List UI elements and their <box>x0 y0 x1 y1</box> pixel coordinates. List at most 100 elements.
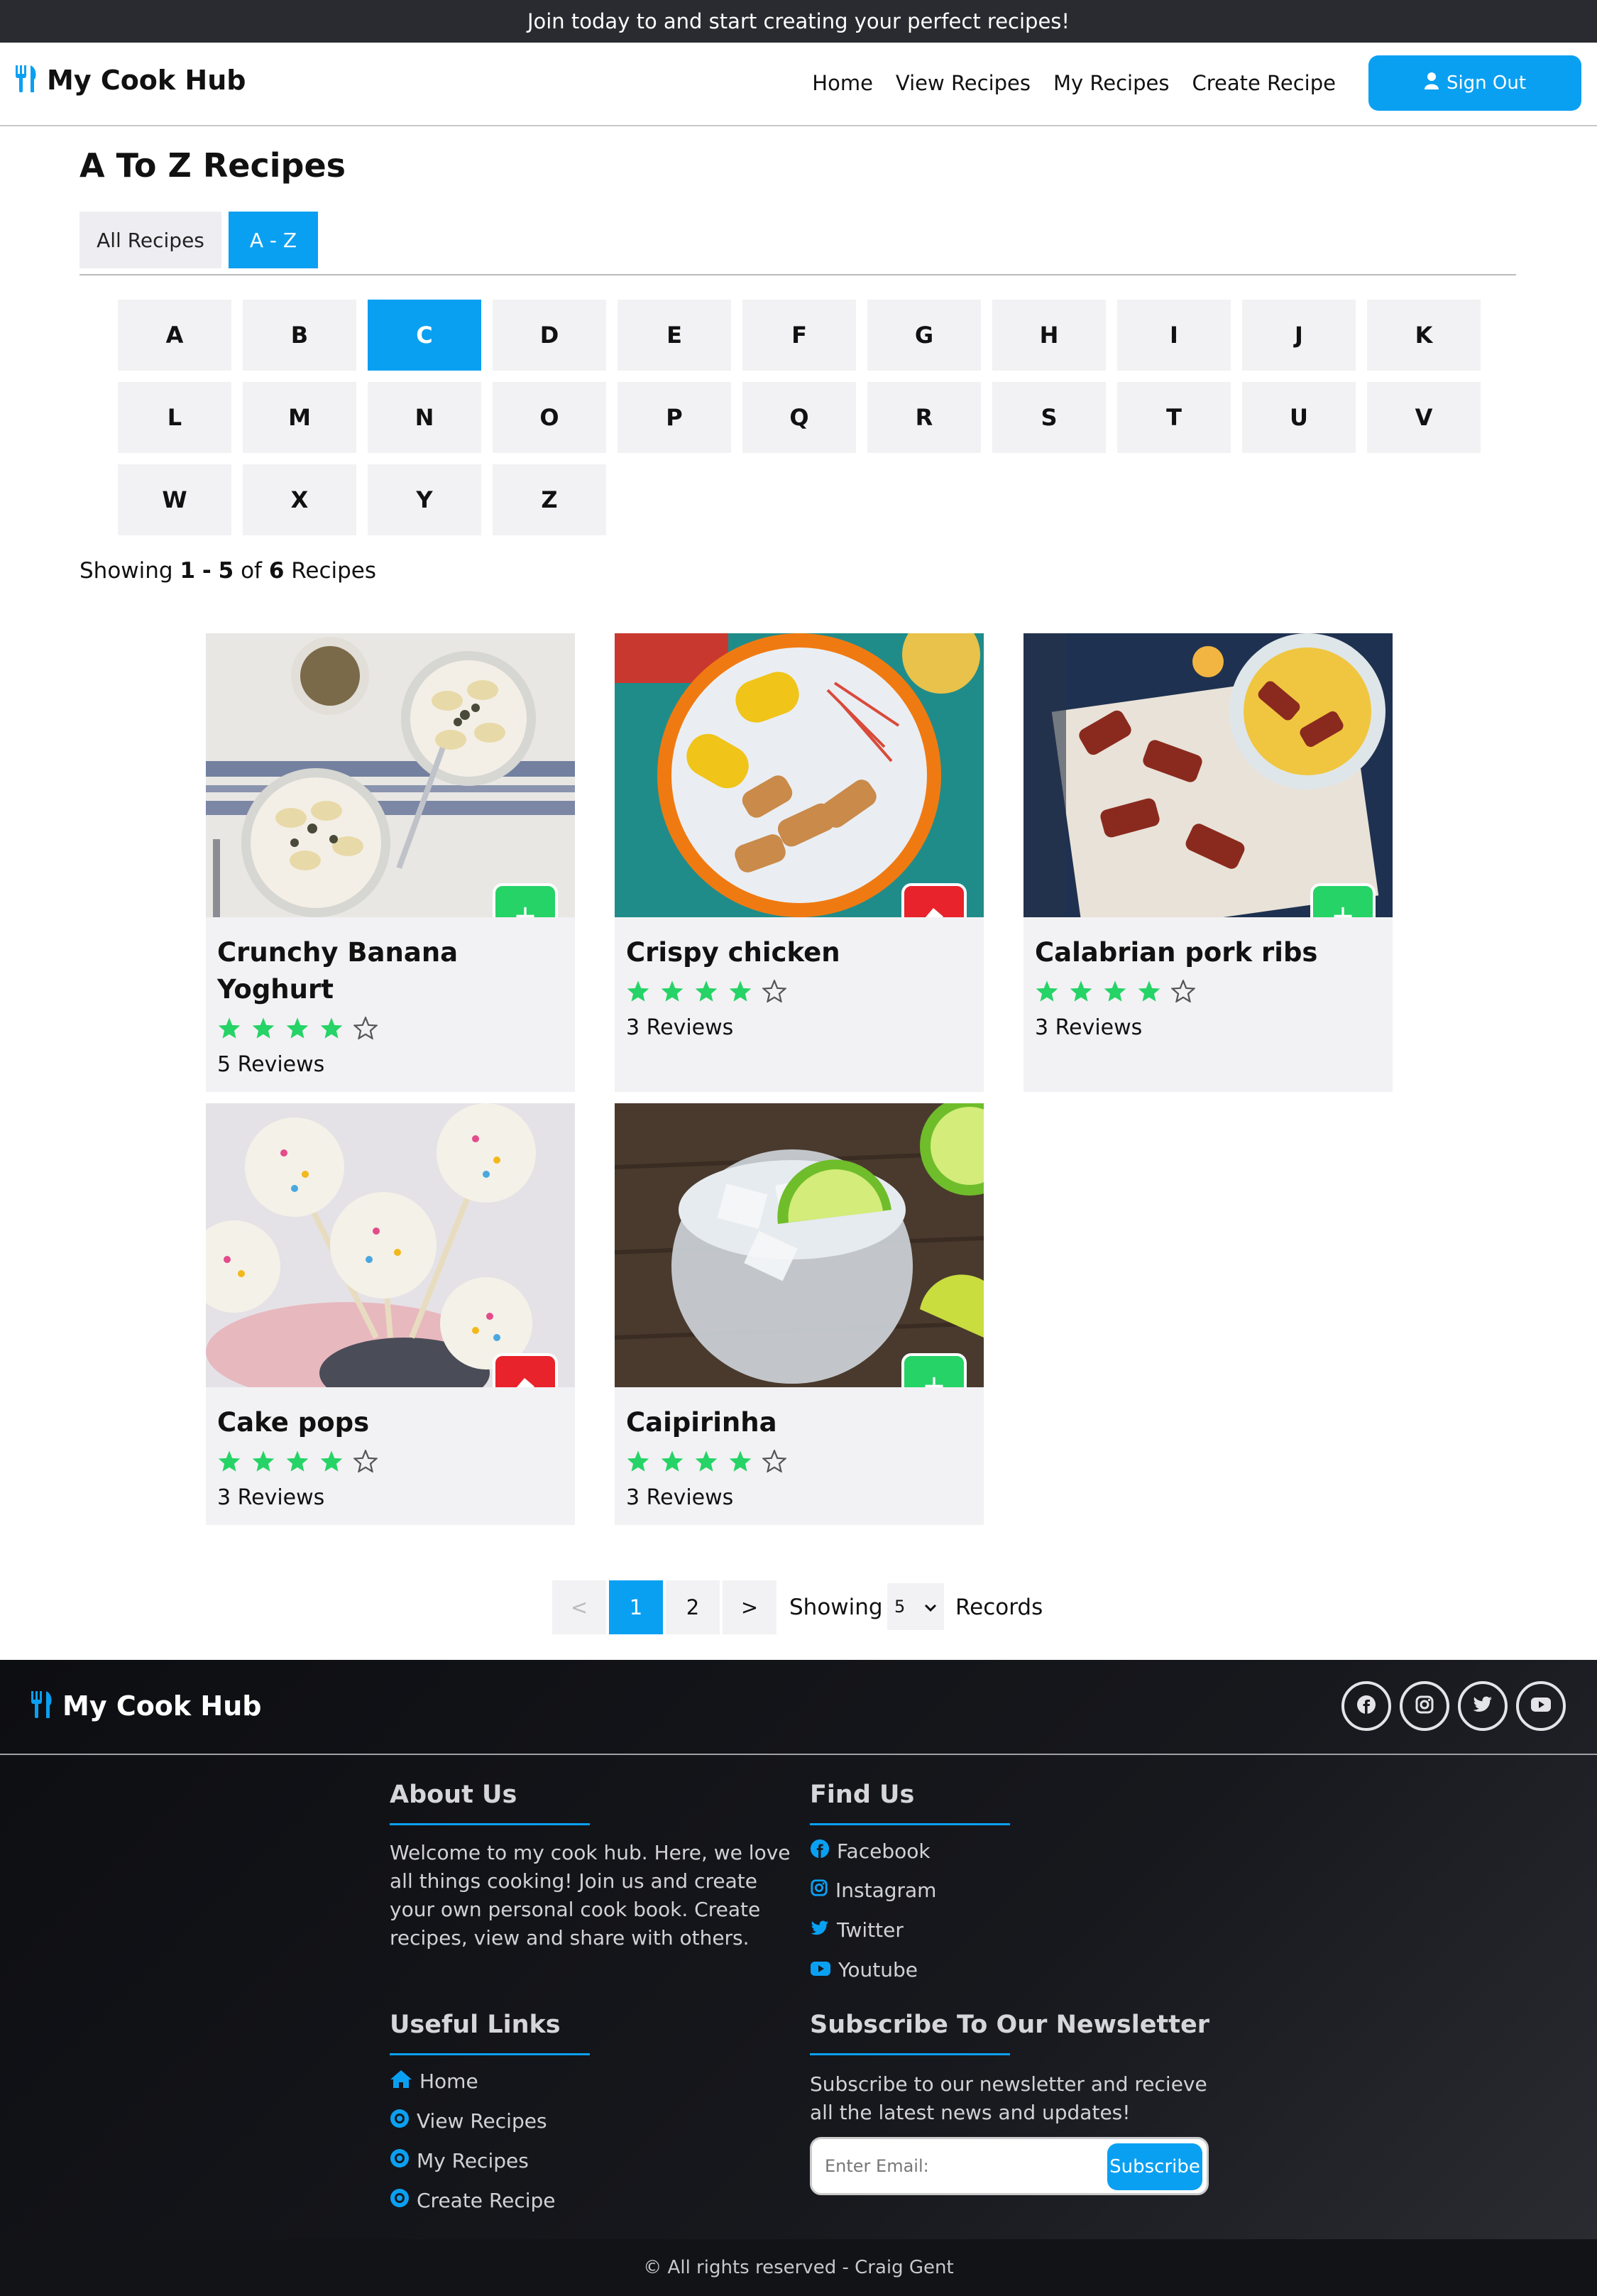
letter-filter-n[interactable]: N <box>368 382 481 453</box>
results-total: 6 <box>268 558 285 584</box>
add-to-cookbook-button[interactable]: + <box>493 883 558 917</box>
pagination-next-button[interactable]: > <box>723 1580 776 1634</box>
letter-filter-i[interactable]: I <box>1117 300 1231 371</box>
footer-instagram-link[interactable]: Instagram <box>810 1879 936 1902</box>
letter-filter-s[interactable]: S <box>992 382 1106 453</box>
letter-filter-r[interactable]: R <box>867 382 981 453</box>
letter-filter-f[interactable]: F <box>742 300 856 371</box>
newsletter-email-input[interactable] <box>825 2146 1109 2186</box>
footer-brand-name: My Cook Hub <box>62 1690 262 1722</box>
letter-filter-k[interactable]: K <box>1367 300 1481 371</box>
remove-from-cookbook-button[interactable] <box>493 1353 558 1387</box>
records-per-page-select[interactable]: 5 <box>887 1583 944 1630</box>
subscribe-button[interactable]: Subscribe <box>1107 2143 1202 2190</box>
results-prefix: Showing <box>79 558 173 584</box>
brand-logo[interactable]: My Cook Hub <box>14 64 246 97</box>
nav-create-recipe-link[interactable]: Create Recipe <box>1192 71 1336 95</box>
user-icon <box>1424 72 1439 95</box>
star-filled-icon <box>728 980 752 1005</box>
tab-all-recipes[interactable]: All Recipes <box>79 212 221 268</box>
eraser-icon <box>922 900 946 917</box>
recipe-title: Cake pops <box>217 1404 369 1441</box>
footer-twitter-link[interactable]: Twitter <box>810 1918 904 1942</box>
footer-facebook-link[interactable]: Facebook <box>810 1839 931 1864</box>
remove-from-cookbook-button[interactable] <box>901 883 967 917</box>
plus-icon: + <box>1331 900 1355 917</box>
star-filled-icon <box>728 1450 752 1475</box>
nav-home-link[interactable]: Home <box>812 71 873 95</box>
navbar: My Cook Hub Home View Recipes My Recipes… <box>0 43 1597 126</box>
about-us-heading: About Us <box>390 1781 517 1809</box>
footer-create-recipe-link[interactable]: Create Recipe <box>390 2188 556 2213</box>
recipe-card[interactable]: Cake pops 3 Reviews <box>206 1103 575 1525</box>
letter-filter-b[interactable]: B <box>243 300 356 371</box>
letter-filter-c[interactable]: C <box>368 300 481 371</box>
letter-filter-w[interactable]: W <box>118 464 231 535</box>
letter-filter-d[interactable]: D <box>493 300 606 371</box>
star-empty-icon <box>1170 978 1197 1005</box>
letter-filter-x[interactable]: X <box>243 464 356 535</box>
recipe-card[interactable]: + Crunchy Banana Yoghurt 5 Reviews <box>206 633 575 1092</box>
footer-home-label: Home <box>419 2070 478 2093</box>
social-links <box>1341 1681 1566 1731</box>
letter-filter-q[interactable]: Q <box>742 382 856 453</box>
letter-filter-p[interactable]: P <box>618 382 731 453</box>
footer-my-recipes-link[interactable]: My Recipes <box>390 2148 529 2173</box>
pagination-prev-button[interactable]: < <box>552 1580 606 1634</box>
footer-view-recipes-link[interactable]: View Recipes <box>390 2109 547 2133</box>
recipe-image <box>615 633 984 917</box>
recipe-title-line1: Calabrian pork ribs <box>1035 937 1318 968</box>
footer-brand[interactable]: My Cook Hub <box>30 1690 261 1722</box>
star-filled-icon <box>285 1450 309 1475</box>
letter-filter-z[interactable]: Z <box>493 464 606 535</box>
pagination-page-1[interactable]: 1 <box>609 1580 663 1634</box>
letter-filter-u[interactable]: U <box>1242 382 1356 453</box>
results-from: 1 <box>180 558 196 584</box>
recipe-card[interactable]: + Calabrian pork ribs 3 Reviews <box>1023 633 1393 1092</box>
footer-youtube-link[interactable]: Youtube <box>810 1958 918 1981</box>
recipe-card[interactable]: + Caipirinha 3 Reviews <box>615 1103 984 1525</box>
sign-out-button[interactable]: Sign Out <box>1368 55 1581 111</box>
letter-filter-v[interactable]: V <box>1367 382 1481 453</box>
pagination-page-2[interactable]: 2 <box>666 1580 720 1634</box>
star-filled-icon <box>251 1017 275 1042</box>
plus-icon: + <box>922 1370 946 1387</box>
recipe-title: Crunchy Banana Yoghurt <box>217 934 458 1008</box>
star-filled-icon <box>660 1450 684 1475</box>
letter-filter-o[interactable]: O <box>493 382 606 453</box>
add-to-cookbook-button[interactable]: + <box>1310 883 1376 917</box>
tab-a-z[interactable]: A - Z <box>229 212 318 268</box>
facebook-social-button[interactable] <box>1341 1681 1391 1731</box>
copyright-text: © All rights reserved - Craig Gent <box>643 2257 954 2278</box>
star-filled-icon <box>626 1450 650 1475</box>
letter-filter-a[interactable]: A <box>118 300 231 371</box>
recipe-image: + <box>615 1103 984 1387</box>
star-rating <box>1035 978 1197 1005</box>
letter-filter-h[interactable]: H <box>992 300 1106 371</box>
letter-filter-m[interactable]: M <box>243 382 356 453</box>
nav-view-recipes-link[interactable]: View Recipes <box>896 71 1031 95</box>
star-empty-icon <box>352 1448 379 1475</box>
letter-filter-t[interactable]: T <box>1117 382 1231 453</box>
recipe-title: Caipirinha <box>626 1404 777 1441</box>
footer-facebook-label: Facebook <box>837 1839 931 1863</box>
footer-home-link[interactable]: Home <box>390 2069 478 2094</box>
dot-circle-icon <box>390 2148 410 2173</box>
review-count: 3 Reviews <box>626 1485 734 1510</box>
find-us-heading: Find Us <box>810 1781 915 1809</box>
youtube-social-button[interactable] <box>1516 1681 1566 1731</box>
letter-filter-j[interactable]: J <box>1242 300 1356 371</box>
instagram-social-button[interactable] <box>1400 1681 1449 1731</box>
twitter-social-button[interactable] <box>1458 1681 1508 1731</box>
star-filled-icon <box>626 980 650 1005</box>
recipe-title: Crispy chicken <box>626 934 840 971</box>
add-to-cookbook-button[interactable]: + <box>901 1353 967 1387</box>
letter-filter-g[interactable]: G <box>867 300 981 371</box>
nav-my-recipes-link[interactable]: My Recipes <box>1053 71 1169 95</box>
letter-filter-l[interactable]: L <box>118 382 231 453</box>
recipe-card[interactable]: Crispy chicken 3 Reviews <box>615 633 984 1092</box>
star-filled-icon <box>319 1450 344 1475</box>
letter-filter-y[interactable]: Y <box>368 464 481 535</box>
star-filled-icon <box>285 1017 309 1042</box>
letter-filter-e[interactable]: E <box>618 300 731 371</box>
